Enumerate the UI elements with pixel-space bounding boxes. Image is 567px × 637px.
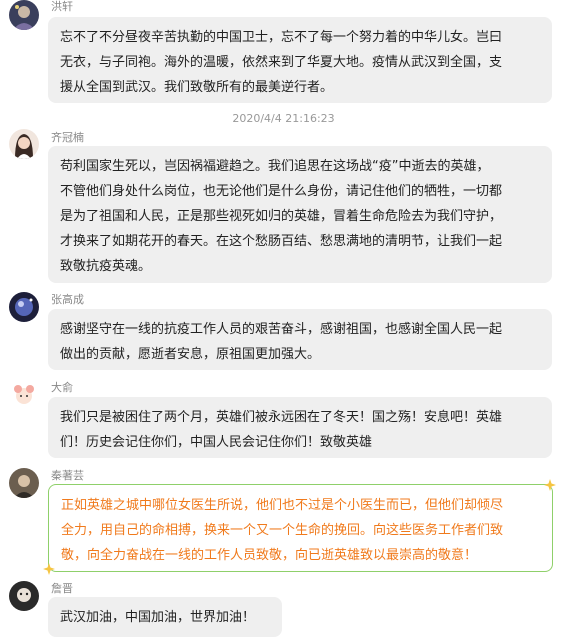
message-line: 我们只是被困住了两个月，英雄们被永远困在了冬天！国之殇！安息吧！英雄 [60,410,503,425]
message-bubble-special: 正如英雄之城中哪位女医生所说，他们也不过是个小医生而已，但他们却倾尽 全力，用自… [48,484,553,572]
avatar[interactable] [9,0,39,30]
message-bubble: 武汉加油，中国加油，世界加油！ [48,597,282,637]
message-line: 是为了祖国和人民，正是那些视死如归的英雄，冒着生命危险去为我们守护， [60,209,503,224]
avatar[interactable] [9,292,39,322]
message-bubble: 忘不了不分昼夜辛苦执勤的中国卫士，忘不了每一个努力着的中华儿女。岂曰 无衣，与子… [48,17,552,103]
message-line: 援从全国到武汉。我们致敬所有的最美逆行者。 [60,80,334,95]
message-line: 苟利国家生死以，岂因祸福避趋之。我们追思在这场战“疫”中逝去的英雄， [60,159,490,174]
sender-name: 秦著芸 [51,469,84,482]
message-line: 致敬抗疫英魂。 [60,259,152,274]
sender-name: 詹晋 [51,582,73,595]
message-line: 无衣，与子同袍。海外的温暖，依然来到了华夏大地。疫情从武汉到全国，支 [60,55,503,70]
message-line: 忘不了不分昼夜辛苦执勤的中国卫士，忘不了每一个努力着的中华儿女。岂曰 [60,30,503,45]
message-line: 正如英雄之城中哪位女医生所说，他们也不过是个小医生而已，但他们却倾尽 [61,498,504,513]
message-line: 做出的贡献，愿逝者安息，原祖国更加强大。 [60,347,321,362]
sender-name: 洪轩 [51,0,73,13]
message-line: 全力，用自己的命相搏，换来一个又一个生命的挽回。向这些医务工作者们致 [61,523,504,538]
message-bubble: 我们只是被困住了两个月，英雄们被永远困在了冬天！国之殇！安息吧！英雄 们！历史会… [48,397,552,458]
message-line: 敬，向全力奋战在一线的工作人员致敬，向已逝英雄致以最崇高的敬意！ [61,548,478,563]
sender-name: 齐冠楠 [51,131,84,144]
message-line: 不管他们身处什么岗位，也无论他们是什么身份，请记住他们的牺牲，一切都 [60,184,503,199]
sender-name: 张高成 [51,293,84,306]
message-line: 们！历史会记住你们，中国人民会记住你们！致敬英雄 [60,435,373,450]
message-bubble: 感谢坚守在一线的抗疫工作人员的艰苦奋斗，感谢祖国，也感谢全国人民一起 做出的贡献… [48,309,552,370]
star-decoration-icon [43,563,55,575]
avatar[interactable] [9,581,39,611]
avatar[interactable] [9,380,39,410]
message-line: 才换来了如期花开的春天。在这个愁肠百结、愁思满地的清明节，让我们一起 [60,234,503,249]
sender-name: 大俞 [51,381,73,394]
timestamp: 2020/4/4 21:16:23 [232,112,335,125]
message-line: 感谢坚守在一线的抗疫工作人员的艰苦奋斗，感谢祖国，也感谢全国人民一起 [60,322,503,337]
message-bubble: 苟利国家生死以，岂因祸福避趋之。我们追思在这场战“疫”中逝去的英雄， 不管他们身… [48,146,552,283]
star-decoration-icon [544,479,556,491]
avatar[interactable] [9,129,39,159]
message-line: 武汉加油，中国加油，世界加油！ [60,610,256,625]
avatar[interactable] [9,468,39,498]
